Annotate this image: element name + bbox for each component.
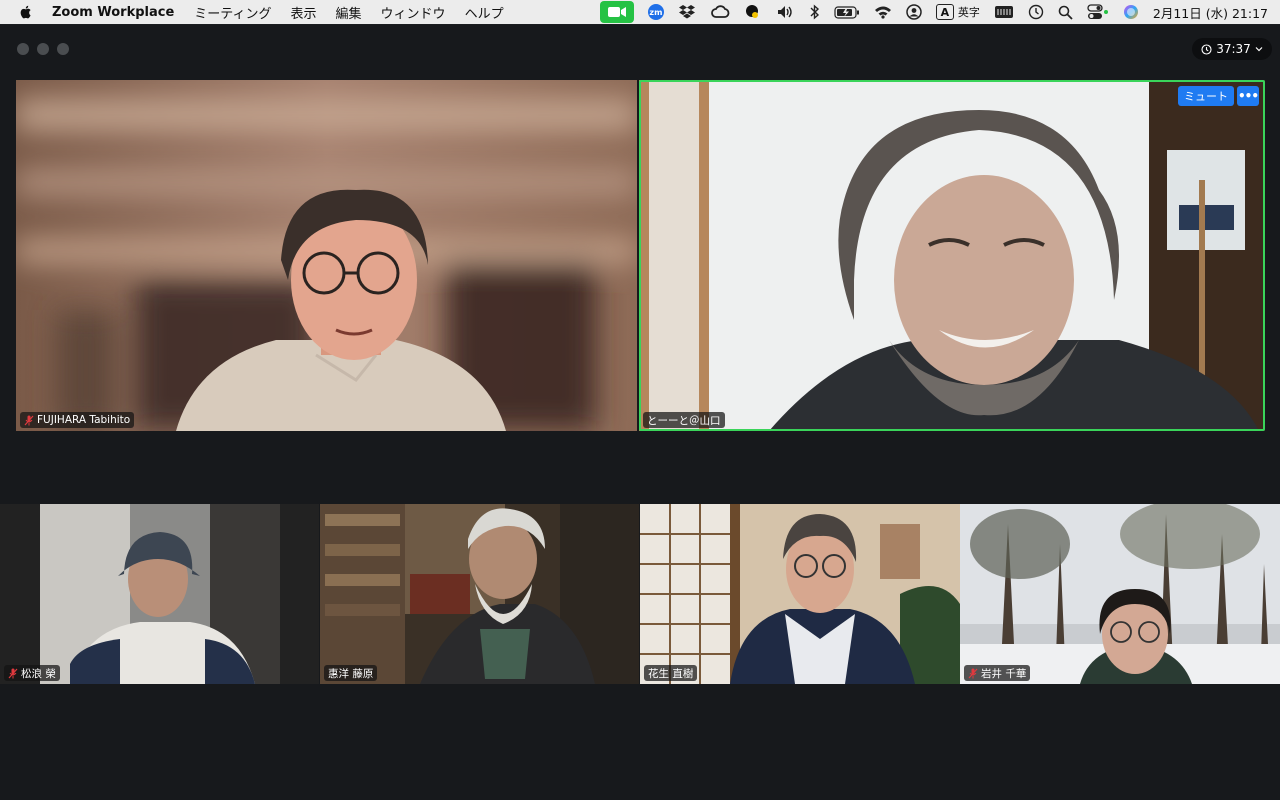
participant-name-tag: 惠洋 藤原 (324, 665, 378, 681)
battery-icon[interactable] (834, 0, 860, 24)
menu-bar: Zoom Workplace ミーティング 表示 編集 ウィンドウ ヘルプ zm (0, 0, 1280, 24)
siri-icon[interactable] (1123, 0, 1139, 24)
participant-video (640, 504, 960, 684)
close-window-button[interactable] (17, 43, 29, 55)
participant-name-tag: FUJIHARA Tabihito (20, 412, 135, 428)
menu-window[interactable]: ウィンドウ (381, 3, 446, 22)
creative-cloud-icon[interactable] (710, 0, 730, 24)
participant-name-tag: とーーと＠山口 (643, 412, 725, 428)
participant-video (639, 80, 1265, 431)
muted-mic-icon (24, 415, 34, 425)
more-options-button[interactable]: ••• (1237, 86, 1259, 106)
apple-icon[interactable] (18, 4, 34, 20)
weather-icon[interactable] (744, 0, 762, 24)
minimize-window-button[interactable] (37, 43, 49, 55)
participant-name-tag: 岩井 千華 (964, 665, 1031, 681)
input-source-icon[interactable]: A (935, 4, 954, 20)
muted-mic-icon (968, 668, 978, 678)
participant-name: 花生 直樹 (648, 667, 694, 680)
spotlight-search-icon[interactable] (1058, 0, 1073, 24)
participant-video (16, 80, 637, 431)
menu-edit[interactable]: 編集 (336, 3, 362, 22)
participant-video-tile[interactable]: 花生 直樹 (640, 504, 960, 684)
control-center-icon[interactable] (1087, 0, 1109, 24)
bluetooth-icon[interactable] (810, 0, 820, 24)
user-account-icon[interactable] (906, 0, 922, 24)
clock-icon (1201, 43, 1212, 55)
app-name-menu[interactable]: Zoom Workplace (52, 5, 174, 20)
zoom-camera-status-icon[interactable] (599, 1, 634, 23)
participant-video-tile[interactable]: FUJIHARA Tabihito (16, 80, 637, 431)
menu-help[interactable]: ヘルプ (465, 3, 504, 22)
status-area: zm A 英字 2月11日 (水) 21:17 (586, 0, 1268, 24)
volume-icon[interactable] (776, 0, 796, 24)
zoom-meeting-window: 37:37 FUJIHARA Tabihito ミュート ••• とーーと＠山口… (0, 25, 1280, 800)
zoom-app-icon[interactable]: zm (647, 4, 664, 20)
menu-meeting[interactable]: ミーティング (194, 3, 271, 22)
participant-video-tile[interactable]: 岩井 千華 (960, 504, 1280, 684)
keyboard-icon[interactable] (994, 0, 1014, 24)
participant-name: とーーと＠山口 (647, 414, 721, 427)
dropbox-icon[interactable] (678, 0, 696, 24)
participant-name: 松浪 榮 (21, 667, 56, 680)
participant-name-tag: 花生 直樹 (644, 665, 698, 681)
mute-participant-button[interactable]: ミュート (1178, 86, 1234, 106)
participant-video (960, 504, 1280, 684)
participant-video-tile[interactable]: 松浪 榮 (0, 504, 319, 684)
zoom-window-button[interactable] (57, 43, 69, 55)
chevron-down-icon (1255, 47, 1263, 52)
participant-name-tag: 松浪 榮 (4, 665, 60, 681)
time-machine-icon[interactable] (1028, 0, 1044, 24)
active-speaker-video-tile[interactable]: ミュート ••• とーーと＠山口 (639, 80, 1265, 431)
participant-video (320, 504, 639, 684)
participant-video-tile[interactable]: 惠洋 藤原 (320, 504, 639, 684)
timer-text: 37:37 (1216, 42, 1251, 56)
participant-name: FUJIHARA Tabihito (37, 414, 131, 426)
meeting-timer[interactable]: 37:37 (1192, 38, 1272, 60)
participant-name: 惠洋 藤原 (328, 667, 374, 680)
input-source-label[interactable]: 英字 (958, 4, 980, 20)
muted-mic-icon (8, 668, 18, 678)
menu-bar-clock[interactable]: 2月11日 (水) 21:17 (1153, 0, 1268, 24)
menu-view[interactable]: 表示 (291, 3, 317, 22)
participant-video (0, 504, 319, 684)
participant-name: 岩井 千華 (981, 667, 1027, 680)
wifi-icon[interactable] (874, 0, 892, 24)
